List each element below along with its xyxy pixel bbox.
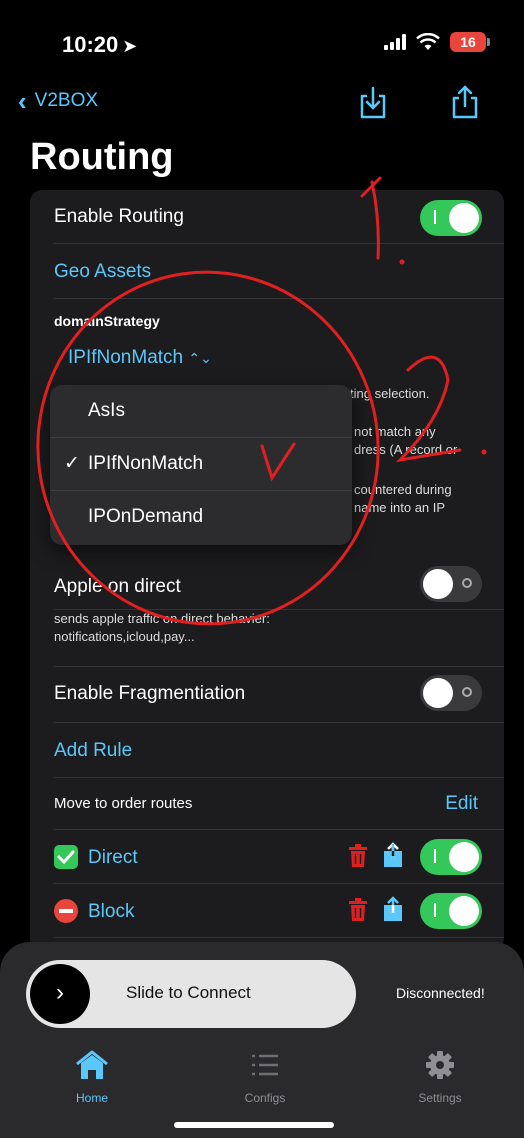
wifi-icon (416, 33, 440, 50)
home-indicator (174, 1122, 334, 1128)
status-indicators: 16 (384, 32, 490, 52)
trash-icon[interactable] (348, 898, 368, 922)
rule-toggle-block[interactable] (420, 893, 482, 929)
gear-icon (426, 1051, 454, 1079)
menu-item-ipifnonmatch[interactable]: ✓ IPIfNonMatch (50, 438, 352, 491)
tab-configs[interactable]: Configs (215, 1050, 315, 1105)
tab-label-configs: Configs (244, 1091, 286, 1105)
house-icon (76, 1050, 108, 1079)
desc-fragment-3: dress (A record or (354, 442, 458, 457)
share-rule-icon[interactable] (382, 842, 404, 868)
domain-strategy-selector[interactable]: IPIfNonMatch ⌃⌄ (68, 347, 212, 369)
enable-routing-toggle[interactable] (420, 200, 482, 236)
menu-item-ipondemand[interactable]: IPOnDemand (50, 491, 352, 544)
enable-routing-row: Enable Routing (54, 190, 504, 244)
nav-bar: ‹ V2BOX (0, 84, 524, 124)
add-rule-link[interactable]: Add Rule (54, 740, 132, 762)
chevron-up-down-icon: ⌃⌄ (188, 350, 212, 366)
apple-direct-label: Apple on direct (54, 576, 181, 597)
rule-toggle-direct[interactable] (420, 839, 482, 875)
enable-routing-label: Enable Routing (54, 206, 184, 227)
menu-item-label: AsIs (88, 400, 125, 421)
desc-fragment-1: ting selection. (350, 386, 430, 401)
add-rule-row[interactable]: Add Rule (54, 723, 504, 778)
no-entry-icon (54, 899, 78, 923)
import-icon[interactable] (356, 84, 390, 120)
rule-name-block: Block (88, 901, 135, 922)
domain-strategy-menu: AsIs ✓ IPIfNonMatch IPOnDemand (50, 385, 352, 545)
battery-icon: 16 (450, 32, 490, 52)
slide-to-connect[interactable]: › Slide to Connect (26, 960, 356, 1028)
trash-icon[interactable] (348, 844, 368, 868)
time-text: 10:20 (62, 32, 119, 57)
status-time: 10:20 ➤ (62, 32, 137, 58)
connection-status: Disconnected! (396, 985, 485, 1001)
apple-direct-desc-line1: sends apple traffic on direct behavier: (54, 611, 270, 626)
rule-name-direct: Direct (88, 847, 138, 868)
geo-assets-row[interactable]: Geo Assets (54, 244, 504, 299)
screen: 10:20 ➤ 16 ‹ V2BOX Routing Enable Routin… (0, 0, 524, 1138)
domain-strategy-label: domainStrategy (54, 313, 160, 329)
rule-row-direct[interactable]: Direct (54, 830, 504, 884)
domain-strategy-value: IPIfNonMatch (68, 347, 184, 368)
desc-fragment-5: name into an IP (354, 500, 446, 515)
menu-item-label: IPOnDemand (88, 506, 204, 527)
share-rule-icon[interactable] (382, 896, 404, 922)
order-routes-label: Move to order routes (54, 795, 193, 812)
checkmark-icon: ✓ (64, 453, 80, 474)
slider-knob[interactable]: › (30, 964, 90, 1024)
location-arrow-icon: ➤ (122, 36, 138, 56)
cellular-signal-icon (384, 34, 406, 50)
geo-assets-link[interactable]: Geo Assets (54, 261, 151, 283)
edit-button[interactable]: Edit (445, 793, 478, 815)
order-routes-row: Move to order routes Edit (54, 778, 504, 830)
slider-label: Slide to Connect (126, 983, 251, 1002)
status-bar: 10:20 ➤ 16 (0, 28, 524, 62)
fragmentation-toggle[interactable] (420, 675, 482, 711)
apple-direct-toggle[interactable] (420, 566, 482, 602)
tab-home[interactable]: Home (42, 1050, 142, 1105)
list-icon (252, 1054, 278, 1076)
share-icon[interactable] (448, 84, 482, 120)
tab-label-settings: Settings (418, 1091, 462, 1105)
desc-fragment-2: not match any (354, 424, 436, 439)
fragmentation-row: Enable Fragmentiation (54, 666, 504, 723)
routing-settings-card: Enable Routing Geo Assets domainStrategy… (30, 190, 504, 950)
menu-item-label: IPIfNonMatch (88, 453, 204, 474)
page-title: Routing (30, 136, 174, 178)
desc-fragment-4: countered during (354, 482, 452, 497)
back-label: V2BOX (34, 90, 99, 111)
apple-direct-row: Apple on direct sends apple traffic on d… (54, 566, 504, 666)
back-button[interactable]: ‹ V2BOX (18, 88, 98, 114)
apple-direct-desc-line2: notifications,icloud,pay... (54, 629, 195, 644)
rule-row-block[interactable]: Block (54, 884, 504, 938)
bottom-sheet: › Slide to Connect Disconnected! Home Co… (0, 942, 524, 1138)
menu-item-asis[interactable]: AsIs (50, 385, 352, 438)
green-check-icon (54, 845, 78, 869)
fragmentation-label: Enable Fragmentiation (54, 683, 246, 704)
tab-label-home: Home (75, 1091, 108, 1105)
chevron-left-icon: ‹ (18, 86, 27, 116)
tab-settings[interactable]: Settings (390, 1050, 490, 1105)
